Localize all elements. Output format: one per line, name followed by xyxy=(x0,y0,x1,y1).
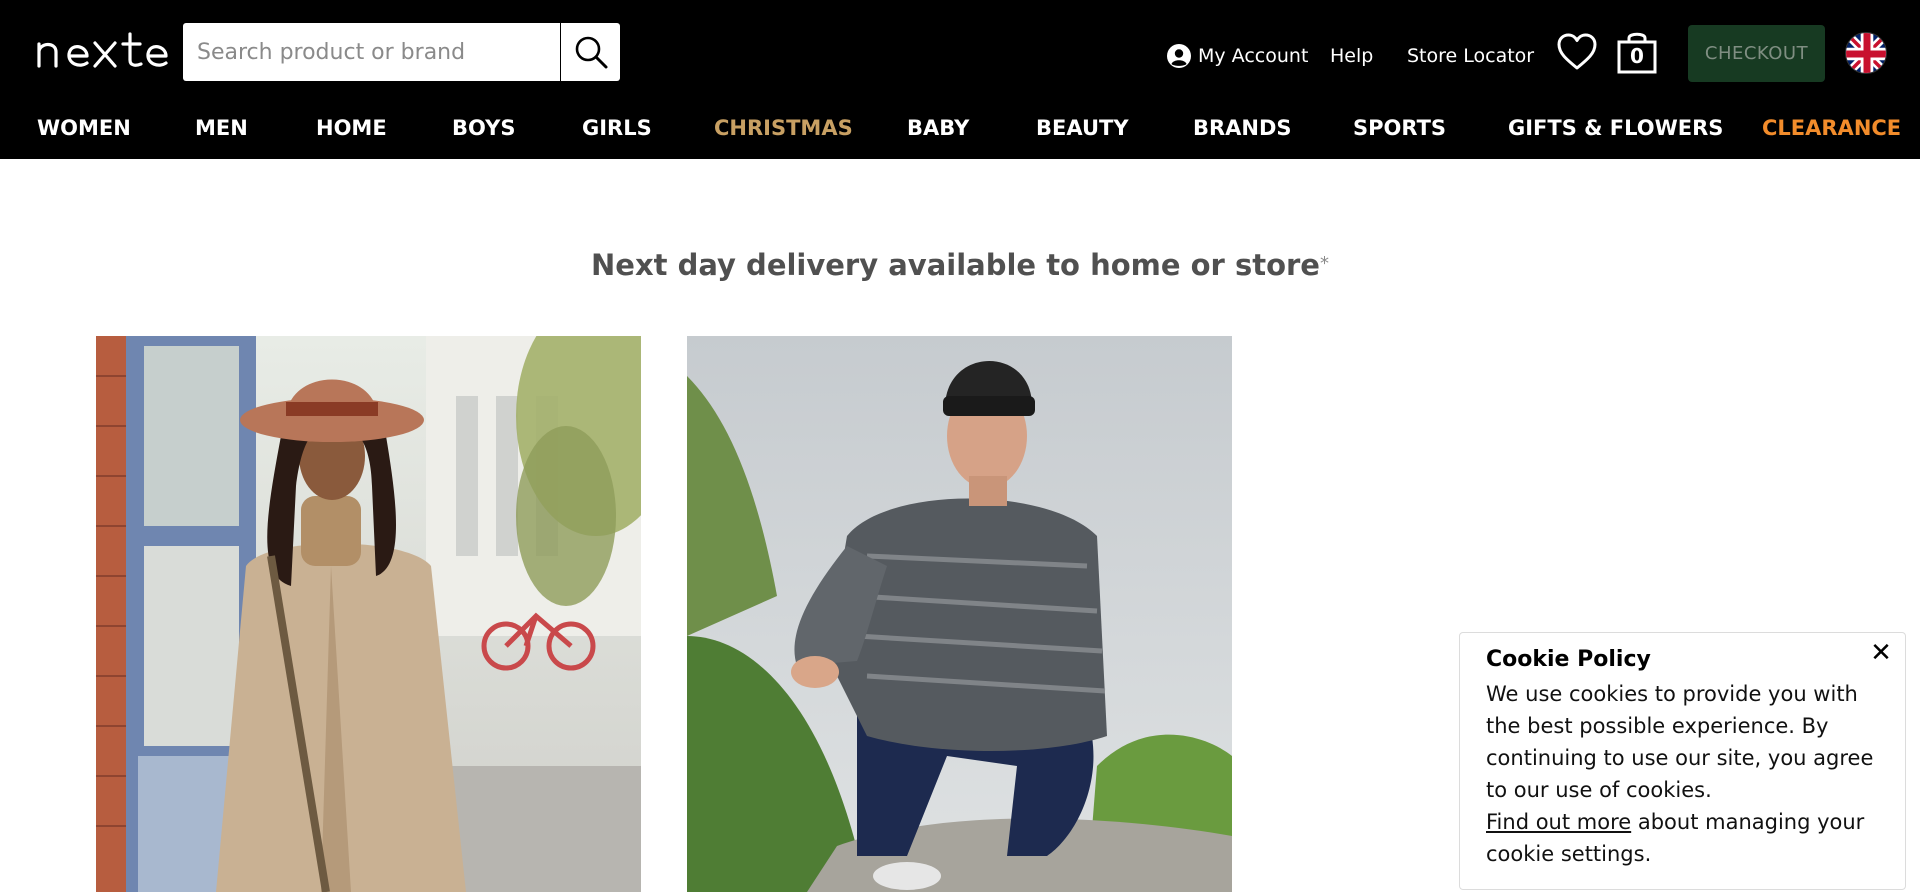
help-label: Help xyxy=(1330,45,1374,67)
women-promo-image[interactable] xyxy=(96,336,641,892)
country-selector[interactable] xyxy=(1845,32,1887,74)
nav-item-home[interactable]: HOME xyxy=(316,116,387,140)
search-bar xyxy=(183,23,620,81)
nav-item-girls[interactable]: GIRLS xyxy=(582,116,652,140)
cookie-policy-text: We use cookies to provide you with the b… xyxy=(1486,678,1879,870)
nav-item-gifts-flowers[interactable]: GIFTS & FLOWERS xyxy=(1508,116,1723,140)
site-header: My Account Help Store Locator 0 CHECKOUT… xyxy=(0,0,1920,159)
search-icon xyxy=(575,36,607,69)
store-locator-label: Store Locator xyxy=(1407,45,1535,67)
search-button[interactable] xyxy=(560,23,620,81)
nav-item-beauty[interactable]: BEAUTY xyxy=(1036,116,1129,140)
nav-item-boys[interactable]: BOYS xyxy=(452,116,515,140)
men-promo-illustration xyxy=(687,336,1232,892)
search-input[interactable] xyxy=(183,23,560,81)
nav-item-brands[interactable]: BRANDS xyxy=(1193,116,1292,140)
nav-item-clearance[interactable]: CLEARANCE xyxy=(1762,116,1901,140)
cookie-policy-body: We use cookies to provide you with the b… xyxy=(1486,682,1874,802)
account-icon xyxy=(1167,44,1191,68)
main-navigation: WOMEN MEN HOME BOYS GIRLS CHRISTMAS BABY… xyxy=(0,116,1920,150)
delivery-headline-asterisk: * xyxy=(1319,253,1329,274)
women-promo-illustration xyxy=(96,336,641,892)
shopping-bag-button[interactable]: 0 xyxy=(1616,30,1658,74)
checkout-button[interactable]: CHECKOUT xyxy=(1688,25,1825,82)
close-icon[interactable]: ✕ xyxy=(1869,640,1893,666)
store-locator-link[interactable]: Store Locator xyxy=(1407,41,1534,71)
next-logo[interactable] xyxy=(36,28,170,70)
find-out-more-link[interactable]: Find out more xyxy=(1486,810,1631,834)
heart-icon[interactable] xyxy=(1556,32,1598,72)
delivery-headline-text: Next day delivery available to home or s… xyxy=(591,248,1320,282)
nav-item-christmas[interactable]: CHRISTMAS xyxy=(714,116,853,140)
nav-item-men[interactable]: MEN xyxy=(195,116,248,140)
delivery-headline: Next day delivery available to home or s… xyxy=(0,248,1920,282)
men-promo-image[interactable] xyxy=(687,336,1232,892)
nav-item-sports[interactable]: SPORTS xyxy=(1353,116,1446,140)
my-account-link[interactable]: My Account xyxy=(1167,41,1308,71)
help-link[interactable]: Help xyxy=(1330,41,1373,71)
uk-flag-icon xyxy=(1846,33,1886,73)
bag-count: 0 xyxy=(1630,44,1644,68)
nav-item-baby[interactable]: BABY xyxy=(907,116,969,140)
nav-item-women[interactable]: WOMEN xyxy=(37,116,131,140)
cookie-policy-banner: ✕ Cookie Policy We use cookies to provid… xyxy=(1459,632,1906,890)
cookie-policy-title: Cookie Policy xyxy=(1486,647,1651,672)
my-account-label: My Account xyxy=(1198,45,1309,67)
